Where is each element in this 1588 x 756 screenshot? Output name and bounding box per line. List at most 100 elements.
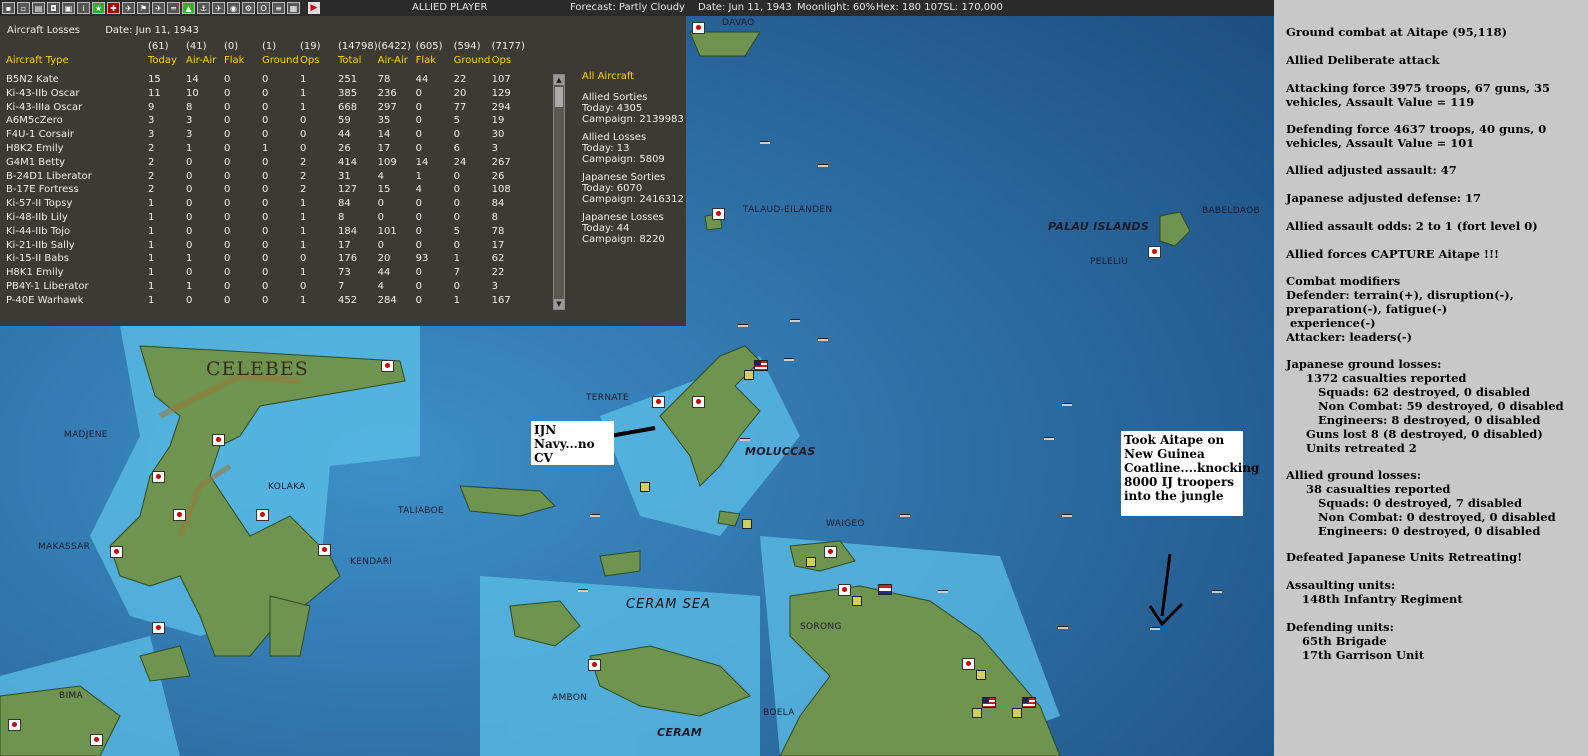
- column-header[interactable]: Ops: [300, 54, 338, 68]
- us-flag-icon[interactable]: [1022, 697, 1036, 708]
- japanese-base-icon[interactable]: [381, 360, 394, 372]
- japanese-base-icon[interactable]: [173, 509, 186, 521]
- ship-icon[interactable]: [900, 514, 910, 517]
- table-row[interactable]: B-17E Fortress 2 0 0 0 2 127 15 4 0 108: [6, 183, 530, 197]
- japanese-base-icon[interactable]: [692, 396, 705, 408]
- japanese-base-icon[interactable]: [962, 658, 975, 670]
- plane-icon[interactable]: ✈: [122, 2, 135, 14]
- japanese-base-icon[interactable]: [212, 434, 225, 446]
- table-row[interactable]: B5N2 Kate 15 14 0 0 1 251 78 44 22 107: [6, 73, 530, 87]
- japanese-base-icon[interactable]: [838, 584, 851, 596]
- japanese-base-icon[interactable]: [1148, 246, 1161, 258]
- dutch-flag-icon[interactable]: [878, 584, 892, 595]
- table-row[interactable]: A6M5cZero 3 3 0 0 0 59 35 0 5 19: [6, 114, 530, 128]
- ground-unit-icon[interactable]: [852, 596, 862, 606]
- ground-unit-icon[interactable]: [806, 557, 816, 567]
- japanese-base-icon[interactable]: [712, 208, 725, 220]
- japanese-base-icon[interactable]: [692, 22, 705, 34]
- ground-unit-icon[interactable]: [976, 670, 986, 680]
- play-turn-icon[interactable]: ▶: [308, 2, 320, 14]
- table-row[interactable]: H8K1 Emily 1 0 0 0 1 73 44 0 7 22: [6, 266, 530, 280]
- japanese-base-icon[interactable]: [90, 734, 103, 746]
- column-header[interactable]: Ground: [262, 54, 300, 68]
- ship-icon[interactable]: [590, 514, 600, 517]
- japanese-base-icon[interactable]: [318, 544, 331, 556]
- ship-icon[interactable]: [1062, 403, 1072, 406]
- flag-icon[interactable]: ⚑: [137, 2, 150, 14]
- column-header[interactable]: Air-Air: [378, 54, 416, 68]
- op-icon[interactable]: O: [257, 2, 270, 14]
- japanese-base-icon[interactable]: [8, 719, 21, 731]
- losses-scrollbar[interactable]: ▲ ▼: [553, 74, 565, 310]
- save-icon[interactable]: ▫: [17, 2, 30, 14]
- ship-icon[interactable]: [1062, 514, 1072, 517]
- ground-unit-icon[interactable]: [972, 708, 982, 718]
- scroll-thumb[interactable]: [555, 87, 563, 107]
- table-row[interactable]: G4M1 Betty 2 0 0 0 2 414 109 14 24 267: [6, 155, 530, 169]
- ship-icon[interactable]: [1058, 626, 1068, 629]
- ground-icon[interactable]: ▲: [182, 2, 195, 14]
- column-header[interactable]: Total: [338, 54, 378, 68]
- table-row[interactable]: Ki-15-II Babs 1 1 0 0 0 176 20 93 1 62: [6, 252, 530, 266]
- ship-icon[interactable]: [760, 141, 770, 144]
- column-header[interactable]: Aircraft Type: [6, 54, 148, 68]
- japanese-base-icon[interactable]: [824, 546, 837, 558]
- table-row[interactable]: Ki-43-IIIa Oscar 9 8 0 0 1 668 297 0 77 294: [6, 100, 530, 114]
- japanese-base-icon[interactable]: [588, 659, 601, 671]
- map-icon[interactable]: ▦: [287, 2, 300, 14]
- japanese-base-icon[interactable]: [256, 509, 269, 521]
- ship-icon[interactable]: [818, 164, 828, 167]
- column-header[interactable]: Air-Air: [186, 54, 224, 68]
- column-header[interactable]: Ops: [492, 54, 530, 68]
- table-row[interactable]: PB4Y-1 Liberator 1 1 0 0 0 7 4 0 0 3: [6, 280, 530, 294]
- table-row[interactable]: F4U-1 Corsair 3 3 0 0 0 44 14 0 0 30: [6, 128, 530, 142]
- info-icon[interactable]: i: [77, 2, 90, 14]
- japanese-base-icon[interactable]: [110, 546, 123, 558]
- column-header[interactable]: Today: [148, 54, 186, 68]
- japanese-base-icon[interactable]: [152, 622, 165, 634]
- table-row[interactable]: Ki-57-II Topsy 1 0 0 0 1 84 0 0 0 84: [6, 197, 530, 211]
- ship-icon[interactable]: [1044, 437, 1054, 440]
- column-header[interactable]: Flak: [416, 54, 454, 68]
- gear-icon[interactable]: ⚙: [242, 2, 255, 14]
- ship-icon[interactable]: [790, 319, 800, 322]
- table-row[interactable]: Ki-21-IIb Sally 1 0 0 0 1 17 0 0 0 17: [6, 238, 530, 252]
- ship-icon[interactable]: [1212, 590, 1222, 593]
- star-icon[interactable]: ★: [92, 2, 105, 14]
- table-row[interactable]: Ki-43-IIb Oscar 11 10 0 0 1 385 236 0 20 129: [6, 86, 530, 100]
- column-header[interactable]: Ground: [454, 54, 492, 68]
- ship-icon[interactable]: [938, 590, 948, 593]
- us-flag-icon[interactable]: [982, 697, 996, 708]
- ground-unit-icon[interactable]: [742, 519, 752, 529]
- globe-icon[interactable]: ◉: [227, 2, 240, 14]
- ground-unit-icon[interactable]: [1012, 708, 1022, 718]
- scroll-up-icon[interactable]: ▲: [554, 75, 564, 85]
- us-flag-icon[interactable]: [754, 360, 768, 371]
- ground-unit-icon[interactable]: [640, 482, 650, 492]
- table-row[interactable]: H8K2 Emily 2 1 0 1 0 26 17 0 6 3: [6, 142, 530, 156]
- ship-icon[interactable]: [784, 358, 794, 361]
- air-icon[interactable]: ✈: [212, 2, 225, 14]
- print-icon[interactable]: ▤: [32, 2, 45, 14]
- ship-icon[interactable]: [740, 438, 750, 441]
- plane-land-icon[interactable]: ✈: [152, 2, 165, 14]
- camera-icon[interactable]: ◘: [47, 2, 60, 14]
- column-header[interactable]: Flak: [224, 54, 262, 68]
- table-row[interactable]: Ki-44-IIb Tojo 1 0 0 0 1 184 101 0 5 78: [6, 224, 530, 238]
- fleet-icon[interactable]: ⚓: [197, 2, 210, 14]
- table-row[interactable]: Ki-48-IIb Lily 1 0 0 0 1 8 0 0 0 8: [6, 211, 530, 225]
- ship-icon[interactable]: [578, 589, 588, 592]
- bag-icon[interactable]: ▣: [62, 2, 75, 14]
- table-row[interactable]: P-40E Warhawk 1 0 0 0 1 452 284 0 1 167: [6, 293, 530, 307]
- ship-icon[interactable]: [818, 338, 828, 341]
- japanese-base-icon[interactable]: [152, 471, 165, 483]
- list-icon[interactable]: ≡: [272, 2, 285, 14]
- scroll-down-icon[interactable]: ▼: [554, 299, 564, 309]
- ship-icon[interactable]: [1150, 627, 1160, 630]
- ground-unit-icon[interactable]: [744, 370, 754, 380]
- summary-title[interactable]: All Aircraft: [582, 71, 684, 82]
- japanese-base-icon[interactable]: [652, 396, 665, 408]
- red-cross-icon[interactable]: ✚: [107, 2, 120, 14]
- disk-icon[interactable]: ▪: [2, 2, 15, 14]
- table-row[interactable]: B-24D1 Liberator 2 0 0 0 2 31 4 1 0 26: [6, 169, 530, 183]
